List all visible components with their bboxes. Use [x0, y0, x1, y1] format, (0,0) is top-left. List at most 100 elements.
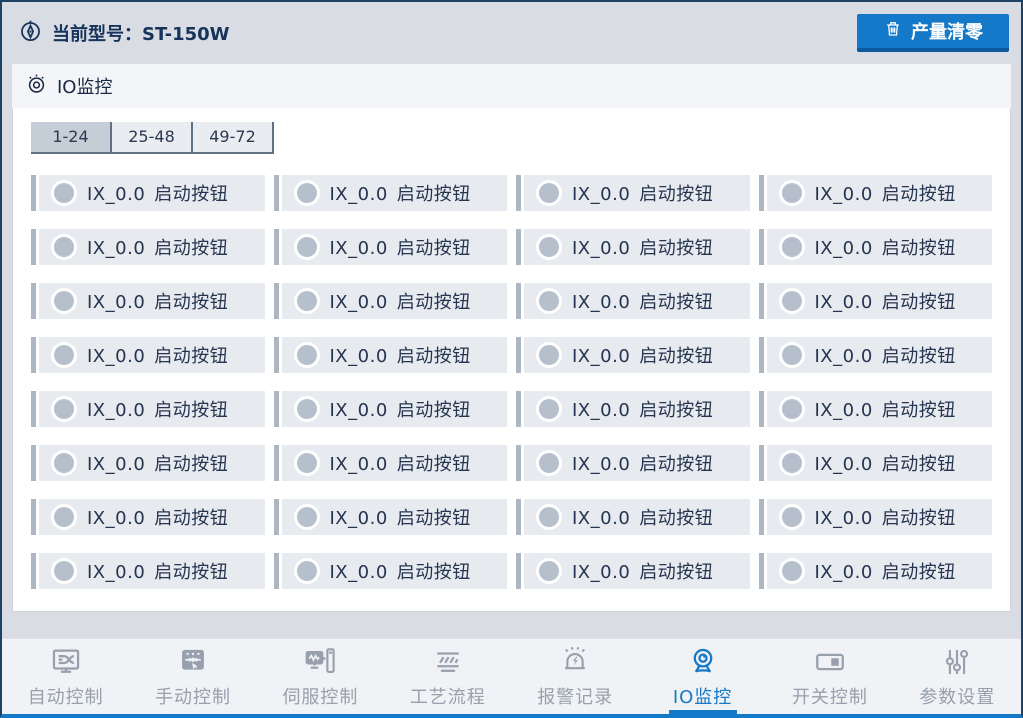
cell-accent-bar — [516, 391, 521, 427]
io-name: 启动按钮 — [639, 292, 714, 313]
led-indicator — [539, 561, 559, 581]
io-cell: IX_0.0 启动按钮 — [273, 445, 507, 481]
led-indicator — [296, 399, 317, 419]
panel-title-strip: IO监控 — [12, 64, 1011, 108]
cell-accent-bar — [31, 391, 36, 427]
io-label: IX_0.0 启动按钮 — [572, 288, 713, 314]
led-indicator — [54, 453, 74, 473]
nav-item-parameter-settings[interactable]: 参数设置 — [894, 639, 1021, 714]
io-label: IX_0.0 启动按钮 — [815, 396, 956, 422]
io-code: IX_0.0 — [329, 562, 388, 583]
io-label: IX_0.0 启动按钮 — [87, 234, 228, 260]
io-label: IX_0.0 启动按钮 — [330, 450, 471, 476]
led-indicator — [296, 345, 317, 365]
io-name: 启动按钮 — [154, 508, 229, 529]
nav-label: 参数设置 — [919, 687, 996, 708]
cell-accent-bar — [31, 283, 36, 319]
io-cell: IX_0.0 启动按钮 — [758, 499, 992, 535]
io-cell: IX_0.0 启动按钮 — [31, 175, 265, 211]
tab-range-1-24[interactable]: 1-24 — [31, 122, 112, 152]
led-indicator — [296, 561, 317, 581]
io-label: IX_0.0 启动按钮 — [330, 180, 471, 206]
cell-accent-bar — [31, 553, 36, 589]
io-code: IX_0.0 — [87, 184, 146, 205]
led-indicator — [781, 561, 802, 581]
nav-item-process-flow[interactable]: 工艺流程 — [384, 639, 511, 714]
io-code: IX_0.0 — [814, 508, 873, 529]
cell-body: IX_0.0 启动按钮 — [524, 283, 750, 319]
io-cell: IX_0.0 启动按钮 — [31, 499, 265, 535]
io-label: IX_0.0 启动按钮 — [815, 180, 956, 206]
led-indicator — [539, 183, 559, 203]
cell-accent-bar — [758, 499, 764, 535]
tab-range-49-72[interactable]: 49-72 — [193, 122, 274, 152]
io-name: 启动按钮 — [639, 562, 714, 583]
io-label: IX_0.0 启动按钮 — [572, 234, 713, 260]
io-code: IX_0.0 — [87, 454, 146, 475]
cell-accent-bar — [31, 445, 36, 481]
cell-accent-bar — [758, 445, 764, 481]
io-code: IX_0.0 — [814, 292, 873, 313]
cell-accent-bar — [516, 499, 521, 535]
io-cell: IX_0.0 启动按钮 — [31, 445, 265, 481]
io-label: IX_0.0 启动按钮 — [572, 396, 713, 422]
cell-accent-bar — [31, 229, 36, 265]
io-cell: IX_0.0 启动按钮 — [516, 391, 750, 427]
cell-accent-bar — [758, 337, 764, 373]
cell-accent-bar — [516, 229, 521, 265]
io-name: 启动按钮 — [154, 184, 229, 205]
cell-accent-bar — [273, 175, 279, 211]
io-code: IX_0.0 — [814, 184, 873, 205]
io-name: 启动按钮 — [396, 562, 471, 583]
io-name: 启动按钮 — [396, 346, 471, 367]
cell-body: IX_0.0 启动按钮 — [766, 337, 992, 373]
io-code: IX_0.0 — [87, 292, 146, 313]
production-clear-button[interactable]: 产量清零 — [857, 14, 1009, 52]
nav-item-switch-control[interactable]: 开关控制 — [766, 639, 893, 714]
nav-item-servo-control[interactable]: 伺服控制 — [257, 639, 384, 714]
io-cell: IX_0.0 启动按钮 — [758, 283, 992, 319]
cell-body: IX_0.0 启动按钮 — [281, 499, 507, 535]
tab-range-25-48[interactable]: 25-48 — [112, 122, 193, 152]
io-label: IX_0.0 启动按钮 — [572, 180, 713, 206]
io-name: 启动按钮 — [639, 454, 714, 475]
cell-accent-bar — [31, 175, 36, 211]
nav-item-auto-control[interactable]: 自动控制 — [2, 639, 129, 714]
bottom-nav: 自动控制 手动控制 伺服控制 工艺流程 报警记录 IO监控 开关控制 参数设置 — [2, 638, 1021, 714]
io-panel: 1-24 25-48 49-72 IX_0.0 启动按钮 IX_0.0 启动按钮 IX_0.… — [12, 108, 1011, 612]
trash-icon — [883, 19, 903, 44]
led-indicator — [54, 399, 74, 419]
io-code: IX_0.0 — [814, 562, 873, 583]
cell-accent-bar — [273, 391, 279, 427]
io-label: IX_0.0 启动按钮 — [87, 396, 228, 422]
led-indicator — [54, 345, 74, 365]
io-cell: IX_0.0 启动按钮 — [31, 553, 265, 589]
io-name: 启动按钮 — [881, 400, 956, 421]
cell-accent-bar — [758, 175, 764, 211]
manual-control-icon — [176, 644, 210, 680]
led-indicator — [781, 291, 802, 311]
io-cell: IX_0.0 启动按钮 — [31, 337, 265, 373]
cell-accent-bar — [758, 283, 764, 319]
led-indicator — [539, 507, 559, 527]
nav-item-manual-control[interactable]: 手动控制 — [129, 639, 256, 714]
io-label: IX_0.0 启动按钮 — [330, 396, 471, 422]
cell-body: IX_0.0 启动按钮 — [39, 445, 265, 481]
nav-item-alarm-record[interactable]: 报警记录 — [512, 639, 639, 714]
cell-body: IX_0.0 启动按钮 — [281, 229, 507, 265]
io-label: IX_0.0 启动按钮 — [815, 558, 956, 584]
io-label: IX_0.0 启动按钮 — [87, 342, 228, 368]
cell-body: IX_0.0 启动按钮 — [766, 229, 992, 265]
io-code: IX_0.0 — [87, 508, 146, 529]
io-cell: IX_0.0 启动按钮 — [758, 445, 992, 481]
nav-item-io-monitor[interactable]: IO监控 — [639, 639, 766, 714]
cell-body: IX_0.0 启动按钮 — [766, 445, 992, 481]
nav-label: 报警记录 — [537, 687, 614, 708]
io-name: 启动按钮 — [881, 292, 956, 313]
io-label: IX_0.0 启动按钮 — [815, 504, 956, 530]
io-cell: IX_0.0 启动按钮 — [516, 553, 750, 589]
led-indicator — [781, 183, 802, 203]
io-code: IX_0.0 — [572, 346, 631, 367]
io-cell: IX_0.0 启动按钮 — [273, 391, 507, 427]
io-range-tabs: 1-24 25-48 49-72 — [31, 122, 274, 154]
